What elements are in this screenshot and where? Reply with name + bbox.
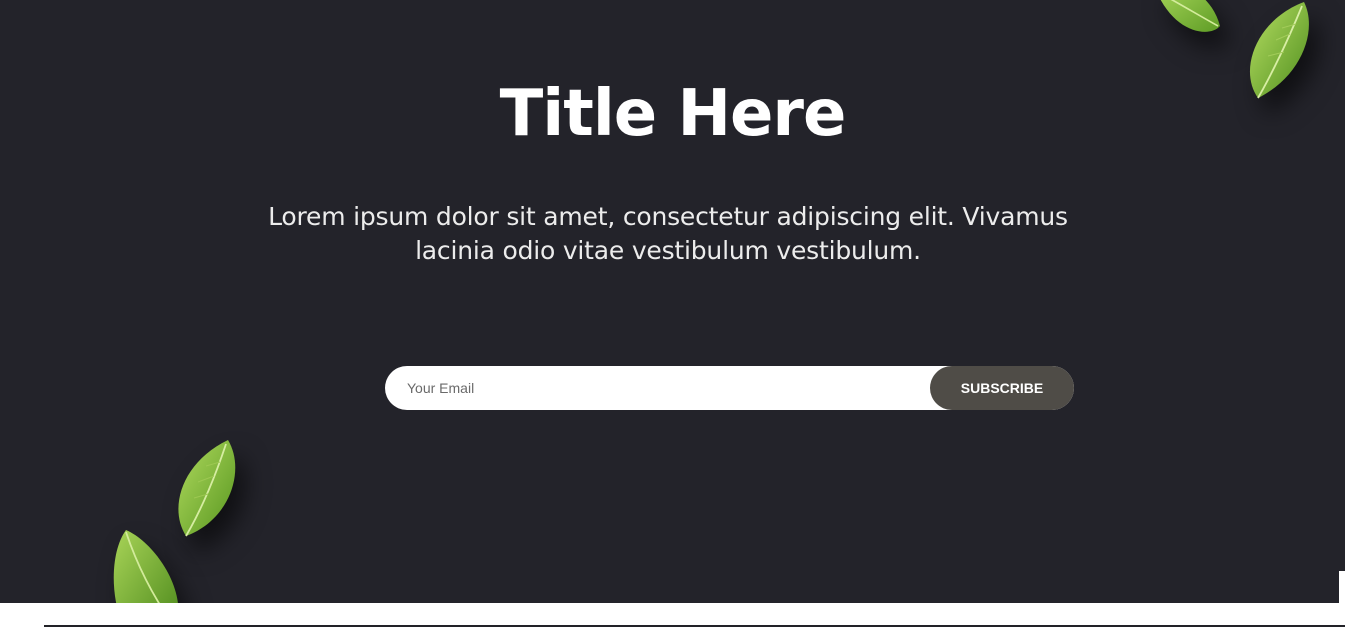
subscribe-button[interactable]: SUBSCRIBE — [930, 366, 1074, 410]
basil-leaf-icon — [113, 530, 178, 603]
bottom-strip — [0, 603, 1345, 627]
email-field[interactable] — [385, 366, 945, 410]
right-edge-strip — [1339, 571, 1345, 603]
hero-description: Lorem ipsum dolor sit amet, consectetur … — [268, 202, 1068, 265]
page-title: Title Here — [499, 77, 847, 151]
subscribe-form: SUBSCRIBE — [385, 366, 1074, 410]
basil-leaf-icon — [1160, 0, 1220, 32]
basil-leaf-icon — [178, 440, 236, 537]
hero-section: Title Here Lorem ipsum dolor sit amet, c… — [0, 0, 1345, 603]
